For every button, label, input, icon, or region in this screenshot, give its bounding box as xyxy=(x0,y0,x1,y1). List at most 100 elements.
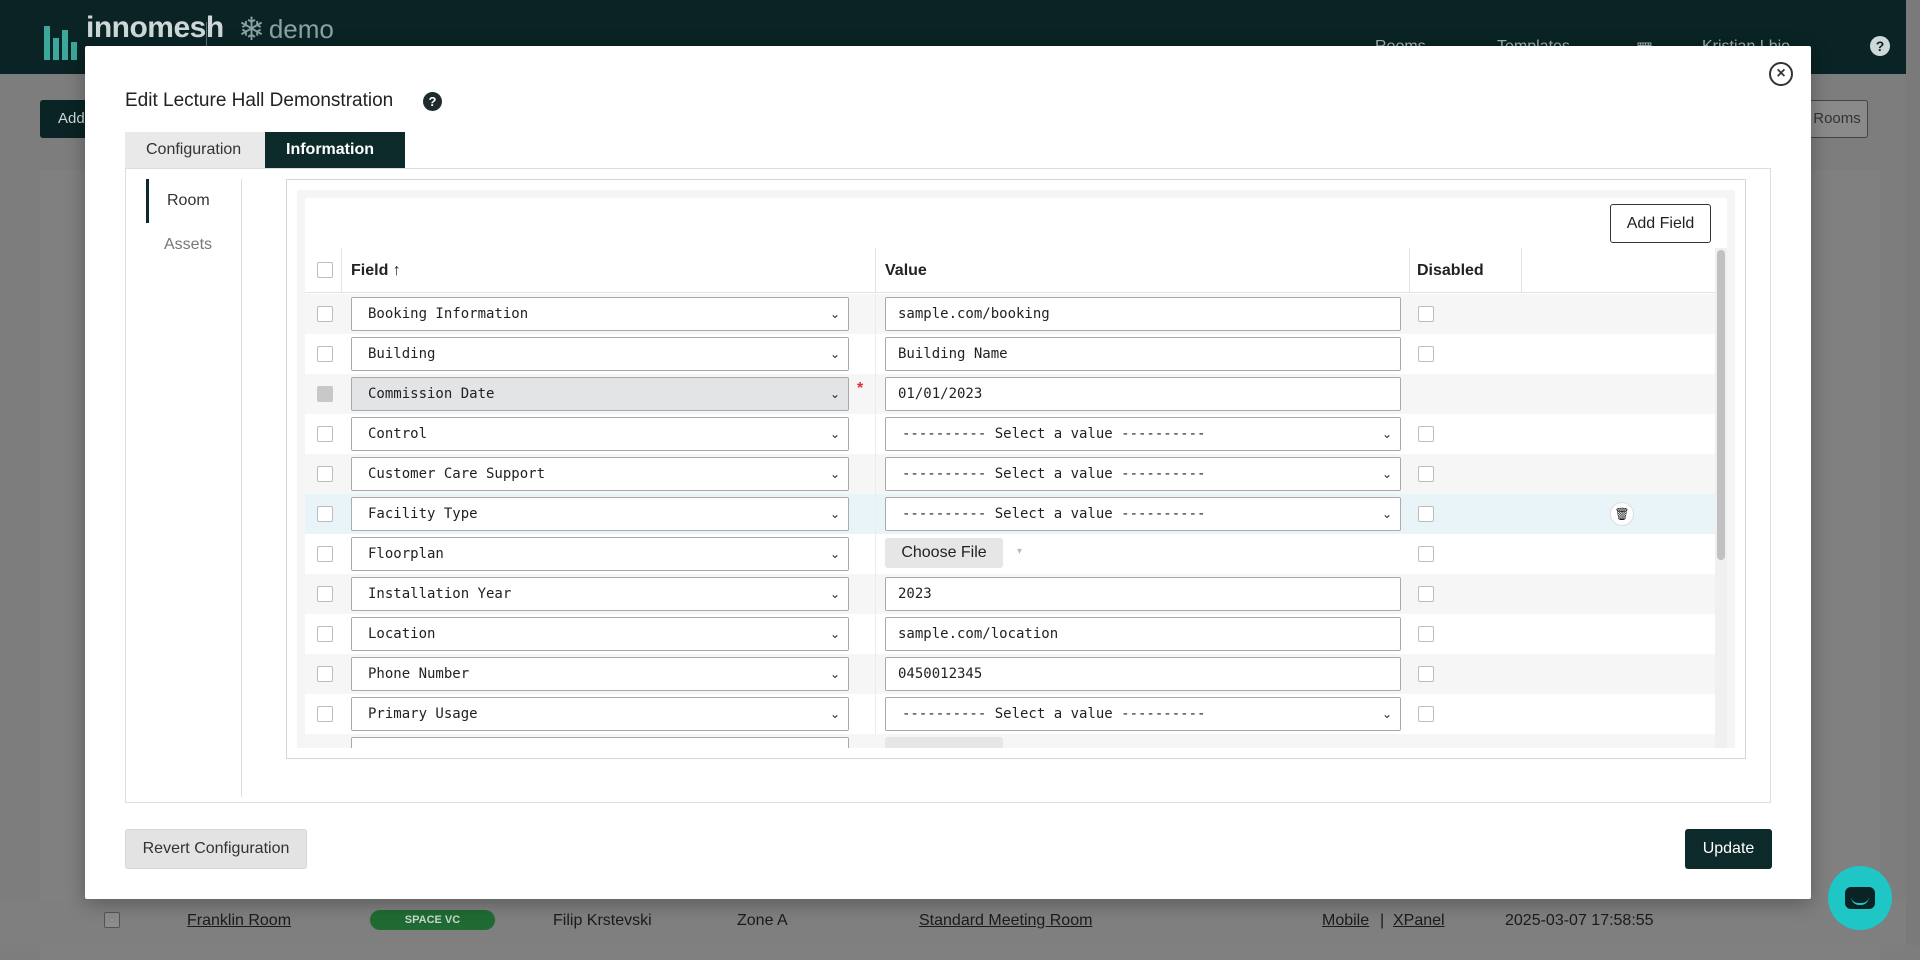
row-checkbox[interactable] xyxy=(317,306,333,322)
scroll-thumb[interactable] xyxy=(1717,250,1725,560)
chat-icon xyxy=(1845,887,1875,909)
tab-information[interactable]: Information xyxy=(265,132,405,168)
column-separator xyxy=(875,334,876,374)
chat-support-button[interactable] xyxy=(1828,866,1892,930)
column-separator xyxy=(875,654,876,694)
help-icon[interactable]: ? xyxy=(1870,36,1890,56)
workspace-logo[interactable]: ❄ demo xyxy=(238,13,334,45)
row-checkbox[interactable] xyxy=(317,466,333,482)
value-select[interactable]: ---------- Select a value ---------- ⌄ xyxy=(885,697,1401,731)
disabled-checkbox[interactable] xyxy=(1418,346,1434,362)
disabled-checkbox[interactable] xyxy=(1418,306,1434,322)
disabled-checkbox[interactable] xyxy=(1418,626,1434,642)
disabled-checkbox[interactable] xyxy=(1418,666,1434,682)
page-scrollbar[interactable] xyxy=(1906,0,1920,945)
choose-file-button[interactable]: Choose File xyxy=(885,538,1003,568)
table-row[interactable]: Franklin Room SPACE VC Filip Krstevski Z… xyxy=(0,900,1920,945)
row-checkbox-locked xyxy=(317,386,333,402)
value-input[interactable]: Building Name xyxy=(885,337,1401,371)
chevron-down-icon: ⌄ xyxy=(829,507,840,521)
field-select[interactable]: Location ⌄ xyxy=(351,617,849,651)
row-checkbox[interactable] xyxy=(104,912,120,928)
value-input[interactable]: 0450012345 xyxy=(885,657,1401,691)
chevron-down-icon: ⌄ xyxy=(1381,467,1392,481)
room-name-link[interactable]: Franklin Room xyxy=(187,912,291,930)
table-row: Building ⌄ Building Name xyxy=(305,334,1727,374)
field-select[interactable]: Floorplan ⌄ xyxy=(351,537,849,571)
revert-configuration-button[interactable]: Revert Configuration xyxy=(125,829,307,869)
table-row xyxy=(305,734,1727,748)
disabled-checkbox[interactable] xyxy=(1418,546,1434,562)
chevron-down-icon: ⌄ xyxy=(829,707,840,721)
field-column-header[interactable]: Field ↑ xyxy=(351,248,401,293)
row-checkbox[interactable] xyxy=(317,346,333,362)
side-nav-assets[interactable]: Assets xyxy=(146,223,241,267)
row-checkbox[interactable] xyxy=(317,666,333,682)
row-checkbox[interactable] xyxy=(317,706,333,722)
close-icon[interactable]: × xyxy=(1769,62,1793,86)
choose-file-button[interactable] xyxy=(885,737,1003,748)
disabled-checkbox[interactable] xyxy=(1418,586,1434,602)
snowflake-icon: ❄ xyxy=(238,11,265,47)
disabled-checkbox[interactable] xyxy=(1418,506,1434,522)
value-select[interactable]: ---------- Select a value ---------- ⌄ xyxy=(885,497,1401,531)
room-type-link[interactable]: Standard Meeting Room xyxy=(919,912,1092,930)
status-badge: SPACE VC xyxy=(370,910,495,930)
row-checkbox[interactable] xyxy=(317,506,333,522)
table-row: Customer Care Support ⌄ ---------- Select… xyxy=(305,454,1727,494)
add-field-button[interactable]: Add Field xyxy=(1610,204,1711,243)
disabled-column-header: Disabled xyxy=(1417,262,1484,279)
select-all-checkbox[interactable] xyxy=(317,262,333,278)
column-separator xyxy=(341,248,342,293)
chevron-down-icon: ⌄ xyxy=(829,587,840,601)
disabled-checkbox[interactable] xyxy=(1418,706,1434,722)
table-row: Primary Usage ⌄ ---------- Select a value… xyxy=(305,694,1727,734)
table-scrollbar[interactable] xyxy=(1715,248,1727,748)
field-select[interactable]: Booking Information ⌄ xyxy=(351,297,849,331)
add-room-button[interactable]: Add xyxy=(40,100,90,138)
information-panel: Room Assets Add Field Field ↑ Value Disa… xyxy=(125,168,1771,803)
tab-configuration[interactable]: Configuration xyxy=(125,132,265,168)
value-input[interactable]: 01/01/2023 xyxy=(885,377,1401,411)
table-header: Field ↑ Value Disabled xyxy=(305,248,1727,293)
chevron-down-icon: ⌄ xyxy=(1381,507,1392,521)
xpanel-link[interactable]: XPanel xyxy=(1393,912,1445,930)
field-select[interactable] xyxy=(351,737,849,748)
field-select[interactable]: Customer Care Support ⌄ xyxy=(351,457,849,491)
rooms-button[interactable]: Rooms xyxy=(1806,100,1868,138)
disabled-checkbox[interactable] xyxy=(1418,426,1434,442)
required-marker: * xyxy=(857,380,864,397)
trash-icon[interactable]: 🗑 xyxy=(1610,502,1634,526)
row-checkbox[interactable] xyxy=(317,626,333,642)
field-select[interactable]: Phone Number ⌄ xyxy=(351,657,849,691)
field-select[interactable]: Facility Type ⌄ xyxy=(351,497,849,531)
modal-tabs: Configuration Information xyxy=(125,132,405,168)
mobile-link[interactable]: Mobile xyxy=(1322,912,1369,930)
value-input[interactable]: sample.com/location xyxy=(885,617,1401,651)
row-checkbox[interactable] xyxy=(317,546,333,562)
help-icon[interactable]: ? xyxy=(423,92,442,111)
side-nav-room[interactable]: Room xyxy=(146,179,241,223)
sort-arrow-icon: ↑ xyxy=(392,262,401,279)
table-row: Phone Number ⌄ 0450012345 xyxy=(305,654,1727,694)
column-separator xyxy=(1521,248,1522,293)
field-select[interactable]: Building ⌄ xyxy=(351,337,849,371)
value-input[interactable]: 2023 xyxy=(885,577,1401,611)
chevron-down-icon: ⌄ xyxy=(1381,707,1392,721)
table-row: Installation Year ⌄ 2023 xyxy=(305,574,1727,614)
row-checkbox[interactable] xyxy=(317,586,333,602)
chevron-down-icon: ⌄ xyxy=(829,667,840,681)
value-select[interactable]: ---------- Select a value ---------- ⌄ xyxy=(885,457,1401,491)
value-select[interactable]: ---------- Select a value ---------- ⌄ xyxy=(885,417,1401,451)
row-checkbox[interactable] xyxy=(317,426,333,442)
fields-table-area: Add Field Field ↑ Value Disabled Booking… xyxy=(297,190,1735,748)
field-select[interactable]: Control ⌄ xyxy=(351,417,849,451)
field-select[interactable]: Installation Year ⌄ xyxy=(351,577,849,611)
value-input[interactable]: sample.com/booking xyxy=(885,297,1401,331)
field-select[interactable]: Primary Usage ⌄ xyxy=(351,697,849,731)
disabled-checkbox[interactable] xyxy=(1418,466,1434,482)
column-separator xyxy=(875,374,876,414)
chevron-down-icon: ⌄ xyxy=(829,547,840,561)
table-row: Control ⌄ ---------- Select a value -----… xyxy=(305,414,1727,454)
update-button[interactable]: Update xyxy=(1685,829,1772,869)
